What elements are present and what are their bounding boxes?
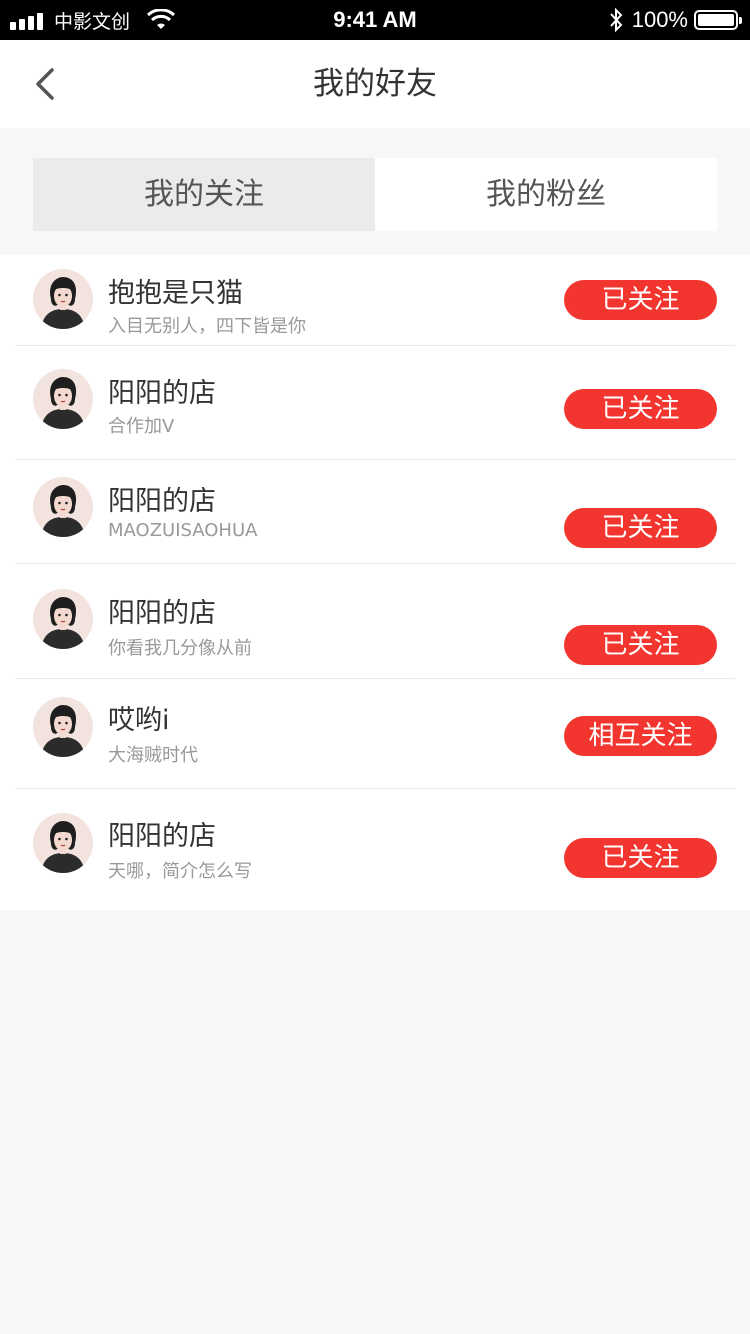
- friend-list: 抱抱是只猫 入目无别人，四下皆是你 已关注 阳阳的店 合作加V 已关注 阳阳的店 MAOZUI…: [0, 255, 750, 910]
- follow-status-button[interactable]: 已关注: [564, 625, 717, 665]
- friend-name: 阳阳的店: [108, 598, 216, 629]
- avatar[interactable]: [33, 269, 93, 329]
- friend-name: 抱抱是只猫: [108, 278, 243, 309]
- friend-name: 阳阳的店: [108, 821, 216, 852]
- bluetooth-icon: [609, 7, 623, 33]
- status-right: 100%: [608, 0, 742, 40]
- friend-bio: 你看我几分像从前: [108, 638, 252, 659]
- list-item[interactable]: 抱抱是只猫入目无别人，四下皆是你 已关注: [15, 255, 735, 346]
- follow-status-button[interactable]: 已关注: [564, 280, 717, 320]
- page-title: 我的好友: [313, 66, 437, 102]
- status-bar: 中影文创 9:41 AM 100%: [0, 0, 750, 40]
- battery-icon: [694, 10, 742, 30]
- list-item[interactable]: 阳阳的店你看我几分像从前 已关注: [15, 564, 735, 679]
- nav-bar: 我的好友: [0, 40, 750, 128]
- friend-bio: 大海贼时代: [108, 745, 198, 766]
- friend-bio: MAOZUISAOHUA: [108, 520, 258, 541]
- avatar[interactable]: [33, 477, 93, 537]
- friend-name: 哎哟i: [108, 705, 170, 736]
- friend-bio: 合作加V: [108, 416, 175, 437]
- avatar[interactable]: [33, 813, 93, 873]
- tab-my-follows[interactable]: 我的关注: [33, 158, 375, 231]
- list-item[interactable]: 阳阳的店合作加V 已关注: [15, 346, 735, 460]
- tab-my-fans[interactable]: 我的粉丝: [375, 158, 717, 231]
- friend-bio: 入目无别人，四下皆是你: [108, 316, 306, 337]
- avatar[interactable]: [33, 369, 93, 429]
- avatar[interactable]: [33, 589, 93, 649]
- tab-bar: 我的关注 我的粉丝: [33, 158, 717, 231]
- list-item[interactable]: 哎哟i 大海贼时代 相互关注: [15, 679, 735, 789]
- avatar[interactable]: [33, 697, 93, 757]
- follow-status-button[interactable]: 已关注: [564, 508, 717, 548]
- friend-bio: 天哪，简介怎么写: [108, 861, 252, 882]
- follow-status-button[interactable]: 相互关注: [564, 716, 717, 756]
- follow-status-button[interactable]: 已关注: [564, 838, 717, 878]
- friend-name: 阳阳的店: [108, 486, 216, 517]
- list-item[interactable]: 阳阳的店 MAOZUISAOHUA 已关注: [15, 460, 735, 564]
- follow-status-button[interactable]: 已关注: [564, 389, 717, 429]
- list-item[interactable]: 阳阳的店天哪，简介怎么写 已关注: [15, 789, 735, 910]
- battery-percent: 100%: [631, 7, 688, 32]
- friend-name: 阳阳的店: [108, 378, 216, 409]
